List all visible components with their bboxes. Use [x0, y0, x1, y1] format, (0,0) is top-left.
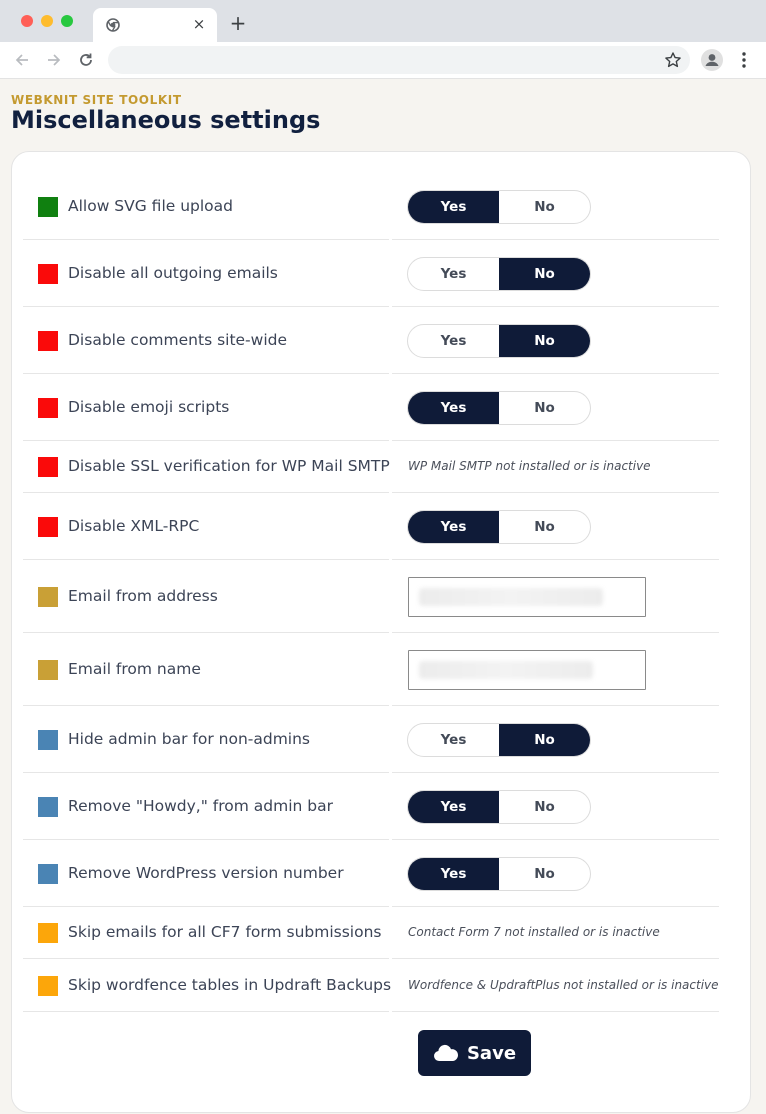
browser-tab-bar: × +: [0, 0, 766, 42]
setting-label: Remove WordPress version number: [68, 864, 344, 882]
setting-label: Email from address: [68, 587, 218, 605]
tab-close-icon[interactable]: ×: [191, 15, 207, 33]
yes-no-toggle[interactable]: Yes No: [407, 723, 591, 757]
setting-row: Disable SSL verification for WP Mail SMT…: [23, 441, 719, 493]
cloud-icon: [433, 1044, 458, 1061]
back-arrow-icon[interactable]: [12, 50, 32, 70]
yes-no-toggle[interactable]: Yes No: [407, 324, 591, 358]
redacted-value: [419, 661, 593, 679]
setting-row: Skip wordfence tables in Updraft Backups…: [23, 959, 719, 1012]
toggle-option-yes[interactable]: Yes: [408, 392, 499, 424]
toggle-option-no[interactable]: No: [499, 258, 590, 290]
toggle-option-yes[interactable]: Yes: [408, 511, 499, 543]
yes-no-toggle[interactable]: Yes No: [407, 857, 591, 891]
toggle-option-no[interactable]: No: [499, 791, 590, 823]
setting-label: Disable all outgoing emails: [68, 264, 278, 282]
chrome-favicon-icon: [106, 18, 120, 32]
category-swatch: [38, 976, 58, 996]
toggle-option-yes[interactable]: Yes: [408, 858, 499, 890]
setting-label: Skip wordfence tables in Updraft Backups: [68, 976, 392, 994]
category-swatch: [38, 197, 58, 217]
yes-no-toggle[interactable]: Yes No: [407, 790, 591, 824]
setting-row: Allow SVG file upload Yes No: [23, 173, 719, 240]
browser-tab[interactable]: ×: [93, 8, 217, 42]
window-close-dot[interactable]: [21, 15, 33, 27]
bookmark-star-icon[interactable]: [664, 51, 682, 69]
inactive-note: Contact Form 7 not installed or is inact…: [408, 925, 660, 939]
yes-no-toggle[interactable]: Yes No: [407, 391, 591, 425]
setting-label: Skip emails for all CF7 form submissions: [68, 923, 382, 941]
browser-toolbar: [0, 42, 766, 79]
address-bar[interactable]: [108, 46, 690, 74]
setting-label: Disable XML-RPC: [68, 517, 200, 535]
setting-row: Email from name: [23, 633, 719, 706]
inactive-note: WP Mail SMTP not installed or is inactiv…: [408, 459, 651, 473]
toggle-option-no[interactable]: No: [499, 511, 590, 543]
toggle-option-no[interactable]: No: [499, 724, 590, 756]
setting-row: Remove WordPress version number Yes No: [23, 840, 719, 907]
category-swatch: [38, 457, 58, 477]
yes-no-toggle[interactable]: Yes No: [407, 257, 591, 291]
setting-label: Allow SVG file upload: [68, 197, 234, 215]
category-swatch: [38, 730, 58, 750]
text-field[interactable]: [408, 650, 646, 690]
setting-label: Disable comments site-wide: [68, 331, 288, 349]
plugin-eyebrow: WEBKNIT SITE TOOLKIT: [11, 93, 182, 107]
yes-no-toggle[interactable]: Yes No: [407, 190, 591, 224]
redacted-value: [419, 588, 603, 606]
setting-row: Skip emails for all CF7 form submissions…: [23, 907, 719, 959]
save-button[interactable]: Save: [418, 1030, 531, 1076]
category-swatch: [38, 923, 58, 943]
setting-row: Disable XML-RPC Yes No: [23, 493, 719, 560]
toggle-option-yes[interactable]: Yes: [408, 191, 499, 223]
window-zoom-dot[interactable]: [61, 15, 73, 27]
category-swatch: [38, 331, 58, 351]
window-minimize-dot[interactable]: [41, 15, 53, 27]
page-title: Miscellaneous settings: [11, 106, 321, 134]
toggle-option-no[interactable]: No: [499, 858, 590, 890]
toggle-option-no[interactable]: No: [499, 191, 590, 223]
category-swatch: [38, 398, 58, 418]
row-divider: [23, 1011, 719, 1012]
category-swatch: [38, 864, 58, 884]
save-label: Save: [466, 1042, 517, 1064]
setting-label: Disable SSL verification for WP Mail SMT…: [68, 457, 390, 475]
setting-row: Hide admin bar for non-admins Yes No: [23, 706, 719, 773]
category-swatch: [38, 517, 58, 537]
category-swatch: [38, 797, 58, 817]
category-swatch: [38, 587, 58, 607]
setting-label: Remove "Howdy," from admin bar: [68, 797, 333, 815]
yes-no-toggle[interactable]: Yes No: [407, 510, 591, 544]
text-field[interactable]: [408, 577, 646, 617]
forward-arrow-icon[interactable]: [44, 50, 64, 70]
setting-label: Email from name: [68, 660, 201, 678]
toggle-option-yes[interactable]: Yes: [408, 724, 499, 756]
setting-label: Disable emoji scripts: [68, 398, 230, 416]
toggle-option-no[interactable]: No: [499, 392, 590, 424]
inactive-note: Wordfence & UpdraftPlus not installed or…: [408, 978, 719, 992]
setting-row: Email from address: [23, 560, 719, 633]
setting-row: Disable emoji scripts Yes No: [23, 374, 719, 441]
toggle-option-yes[interactable]: Yes: [408, 325, 499, 357]
new-tab-icon[interactable]: +: [228, 13, 248, 33]
setting-row: Remove "Howdy," from admin bar Yes No: [23, 773, 719, 840]
category-swatch: [38, 264, 58, 284]
browser-menu-icon[interactable]: [737, 50, 751, 70]
toggle-option-yes[interactable]: Yes: [408, 791, 499, 823]
toggle-option-no[interactable]: No: [499, 325, 590, 357]
setting-label: Hide admin bar for non-admins: [68, 730, 310, 748]
setting-row: Disable comments site-wide Yes No: [23, 307, 719, 374]
profile-avatar-icon[interactable]: [701, 49, 723, 71]
reload-icon[interactable]: [76, 50, 96, 70]
setting-row: Disable all outgoing emails Yes No: [23, 240, 719, 307]
toggle-option-yes[interactable]: Yes: [408, 258, 499, 290]
category-swatch: [38, 660, 58, 680]
